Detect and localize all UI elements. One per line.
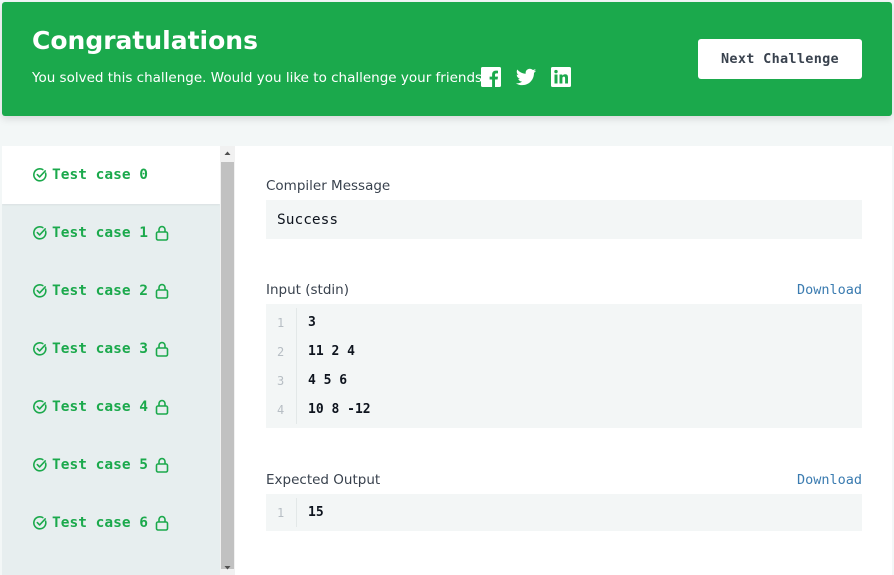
test-case-item[interactable]: Test case 5	[2, 436, 220, 494]
banner-subtitle: You solved this challenge. Would you lik…	[32, 70, 490, 86]
input-label: Input (stdin)	[266, 282, 349, 298]
line-content: 3	[308, 315, 316, 330]
input-code-block: 1 3 2 11 2 434 5 6 4 10 8 -12	[266, 304, 862, 428]
test-case-item[interactable]: Test case 0	[2, 146, 220, 204]
code-line: 2 11 2 4	[266, 337, 862, 366]
test-case-label: Test case 3	[52, 341, 149, 357]
line-content: 15	[308, 505, 324, 520]
line-number: 1	[266, 308, 297, 337]
check-circle-icon	[33, 342, 47, 356]
check-circle-icon	[33, 458, 47, 472]
expected-output-download-link[interactable]: Download	[797, 472, 862, 488]
test-case-label: Test case 6	[52, 515, 149, 531]
compiler-message-label: Compiler Message	[266, 178, 391, 194]
success-banner: Congratulations You solved this challeng…	[2, 2, 892, 116]
test-case-detail: Compiler Message Success Input (stdin) D…	[235, 146, 892, 575]
line-content: 11 2 4	[308, 344, 355, 359]
linkedin-icon[interactable]	[550, 66, 572, 88]
scroll-thumb[interactable]	[221, 162, 234, 569]
sidebar-scrollbar[interactable]	[220, 146, 235, 575]
compiler-message: Success	[266, 200, 862, 239]
line-number: 4	[266, 395, 297, 424]
check-circle-icon	[33, 400, 47, 414]
test-case-label: Test case 0	[52, 167, 149, 183]
line-number: 2	[266, 337, 297, 366]
lock-icon	[155, 515, 169, 531]
test-case-label: Test case 5	[52, 457, 149, 473]
check-circle-icon	[33, 516, 47, 530]
facebook-icon[interactable]	[480, 66, 502, 88]
check-circle-icon	[33, 168, 47, 182]
test-case-label: Test case 1	[52, 225, 149, 241]
twitter-icon[interactable]	[515, 66, 537, 88]
scroll-down-icon[interactable]	[220, 561, 235, 575]
lock-icon	[155, 283, 169, 299]
input-download-link[interactable]: Download	[797, 282, 862, 298]
line-content: 10 8 -12	[308, 402, 371, 417]
expected-output-label: Expected Output	[266, 472, 381, 488]
test-case-item[interactable]: Test case 2	[2, 262, 220, 320]
lock-icon	[155, 341, 169, 357]
next-challenge-button[interactable]: Next Challenge	[698, 39, 862, 79]
test-case-item[interactable]: Test case 1	[2, 204, 220, 262]
test-case-label: Test case 2	[52, 283, 149, 299]
scroll-up-icon[interactable]	[220, 146, 235, 160]
test-case-label: Test case 4	[52, 399, 149, 415]
lock-icon	[155, 457, 169, 473]
code-line: 4 10 8 -12	[266, 395, 862, 424]
code-line: 13	[266, 308, 862, 337]
line-content: 4 5 6	[308, 373, 348, 388]
test-case-item[interactable]: Test case 6	[2, 494, 220, 552]
check-circle-icon	[33, 226, 47, 240]
code-line: 3 4 5 6	[266, 366, 862, 395]
test-case-list: Test case 0 Test case 1 Test case 2 Test ca…	[2, 146, 220, 575]
test-case-item[interactable]: Test case 3	[2, 320, 220, 378]
test-case-item[interactable]: Test case 4	[2, 378, 220, 436]
line-number: 1	[266, 498, 297, 527]
banner-title: Congratulations	[32, 26, 258, 55]
lock-icon	[155, 225, 169, 241]
line-number: 3	[266, 366, 297, 395]
check-circle-icon	[33, 284, 47, 298]
expected-output-code-block: 1 15	[266, 494, 862, 531]
lock-icon	[155, 399, 169, 415]
code-line: 1 15	[266, 498, 862, 527]
